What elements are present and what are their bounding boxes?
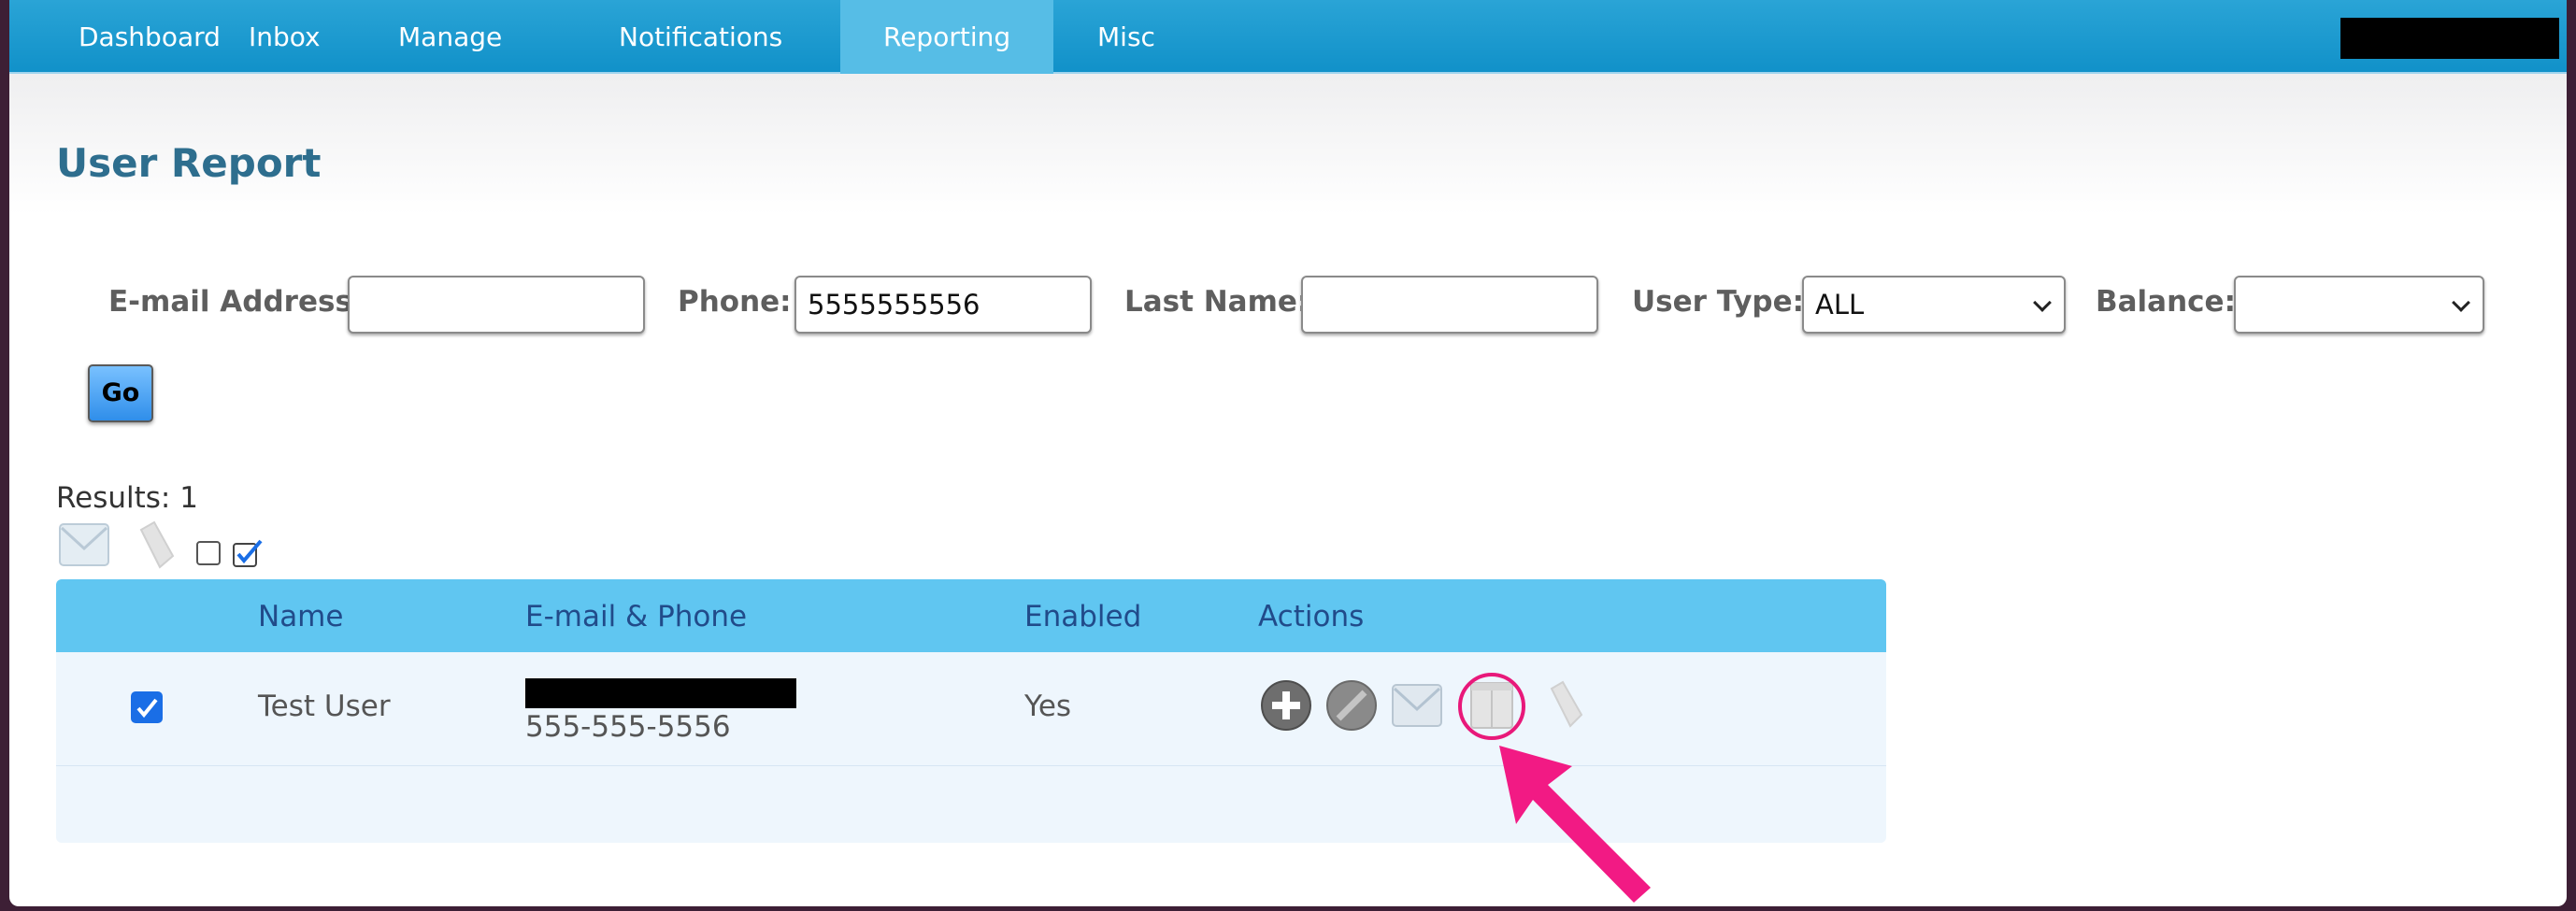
header-actions: Actions bbox=[1258, 600, 1365, 633]
chevron-down-icon bbox=[2452, 293, 2470, 312]
nav-reporting[interactable]: Reporting bbox=[840, 0, 1054, 74]
redacted-email bbox=[525, 678, 796, 708]
go-button[interactable]: Go bbox=[88, 364, 153, 422]
balance-label: Balance: bbox=[2096, 285, 2236, 319]
balance-select[interactable] bbox=[2234, 276, 2484, 334]
last-name-input[interactable] bbox=[1301, 276, 1598, 334]
user-type-label: User Type: bbox=[1632, 285, 1805, 319]
redacted-account-area bbox=[2340, 18, 2559, 59]
header-contact[interactable]: E-mail & Phone bbox=[525, 600, 747, 633]
row-checkbox[interactable] bbox=[131, 691, 163, 723]
nav-inbox[interactable]: Inbox bbox=[206, 0, 364, 74]
user-enabled: Yes bbox=[1024, 690, 1072, 723]
table-header: Name E-mail & Phone Enabled Actions bbox=[56, 579, 1886, 652]
phone-label: Phone: bbox=[678, 285, 792, 319]
phone-input[interactable] bbox=[794, 276, 1092, 334]
header-enabled[interactable]: Enabled bbox=[1024, 600, 1141, 633]
user-type-select[interactable]: ALL bbox=[1802, 276, 2066, 334]
nav-notifications[interactable]: Notifications bbox=[576, 0, 825, 74]
page-title: User Report bbox=[56, 140, 322, 186]
pointer-arrow-icon bbox=[1499, 746, 1651, 903]
plus-circle-icon[interactable] bbox=[1260, 679, 1312, 732]
highlight-circle bbox=[1458, 673, 1525, 740]
header-name[interactable]: Name bbox=[258, 600, 343, 633]
tag-icon[interactable] bbox=[1540, 679, 1593, 732]
email-input[interactable] bbox=[348, 276, 645, 334]
no-entry-icon[interactable] bbox=[1325, 679, 1378, 732]
nav-manage[interactable]: Manage bbox=[355, 0, 545, 74]
email-label: E-mail Address: bbox=[108, 285, 365, 319]
envelope-icon[interactable] bbox=[1391, 679, 1443, 732]
results-count: Results: 1 bbox=[56, 481, 198, 515]
bulk-email-icon[interactable] bbox=[58, 520, 110, 569]
last-name-label: Last Name: bbox=[1124, 285, 1309, 319]
nav-misc[interactable]: Misc bbox=[1054, 0, 1198, 74]
user-name: Test User bbox=[258, 690, 391, 723]
bulk-tag-icon[interactable] bbox=[134, 520, 179, 571]
user-phone: 555-555-5556 bbox=[525, 710, 731, 744]
user-type-value: ALL bbox=[1815, 289, 1865, 320]
check-all-icon[interactable] bbox=[232, 538, 264, 568]
app-window: Dashboard Inbox Manage Notifications Rep… bbox=[9, 0, 2567, 906]
uncheck-all-checkbox[interactable] bbox=[196, 541, 221, 565]
top-navbar: Dashboard Inbox Manage Notifications Rep… bbox=[9, 0, 2567, 74]
chevron-down-icon bbox=[2033, 293, 2052, 312]
